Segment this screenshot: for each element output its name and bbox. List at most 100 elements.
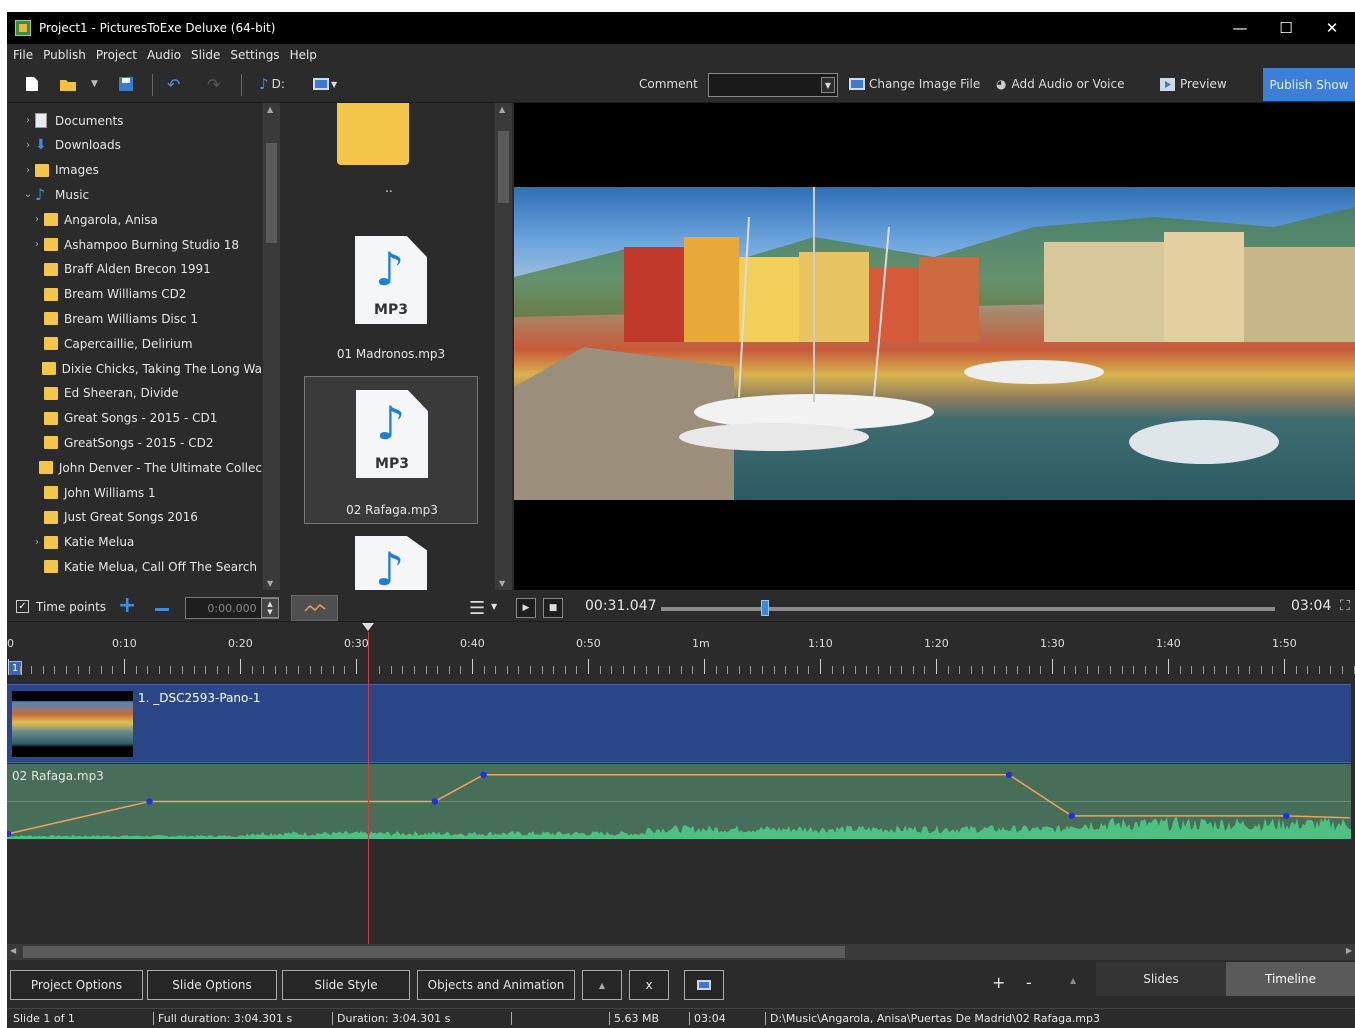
tree-item[interactable]: Just Great Songs 2016 <box>7 505 262 530</box>
image-button[interactable] <box>684 970 724 1000</box>
files-scroll-thumb[interactable] <box>498 131 509 203</box>
timeline-ruler[interactable]: 1 0 0:10 0:20 0:30 0:40 0:50 1m 1:10 1:20 1:30 1:4… <box>7 623 1355 676</box>
remove-timepoint-icon[interactable] <box>155 608 169 611</box>
mp3-file-icon-partial[interactable]: ♪ <box>355 536 427 590</box>
chevron-right-icon[interactable]: › <box>30 537 44 548</box>
new-project-button[interactable] <box>25 74 39 94</box>
tree-item[interactable]: › Images <box>7 158 262 183</box>
slide-style-button[interactable]: Slide Style <box>282 970 410 1000</box>
chevron-down-icon[interactable]: ▼ <box>491 602 497 611</box>
redo-icon[interactable]: ↷ <box>207 74 220 94</box>
fullscreen-icon[interactable]: ⛶ <box>1340 598 1350 614</box>
stop-button[interactable]: ■ <box>543 598 563 618</box>
scroll-up-icon[interactable]: ▲ <box>267 105 273 114</box>
menu-help[interactable]: Help <box>290 48 317 62</box>
chevron-right-icon[interactable]: › <box>21 115 35 126</box>
chevron-right-icon[interactable]: › <box>30 239 44 250</box>
volume-point[interactable] <box>480 771 487 778</box>
volume-point[interactable] <box>7 830 12 838</box>
tree-item[interactable]: Bream Williams Disc 1 <box>7 306 262 331</box>
parent-folder-icon[interactable] <box>337 103 409 165</box>
open-project-button[interactable] <box>59 74 77 94</box>
project-options-button[interactable]: Project Options <box>10 970 143 1000</box>
timeline-hscrollbar[interactable]: ◀ ▶ <box>7 944 1355 960</box>
playback-slider-thumb[interactable] <box>760 600 769 616</box>
timeline-scroll-thumb[interactable] <box>23 946 845 958</box>
move-up-button[interactable]: ▲ <box>582 970 622 1000</box>
volume-point[interactable] <box>1005 771 1013 778</box>
volume-point[interactable] <box>431 798 439 805</box>
scroll-down-icon[interactable]: ▼ <box>499 579 505 588</box>
volume-point[interactable] <box>1350 815 1351 821</box>
slide-options-button[interactable]: Slide Options <box>147 970 277 1000</box>
maximize-button[interactable]: ☐ <box>1263 12 1309 44</box>
menu-audio[interactable]: Audio <box>147 48 181 62</box>
tree-item[interactable]: Great Songs - 2015 - CD1 <box>7 406 262 431</box>
playhead[interactable] <box>368 632 370 944</box>
drive-button[interactable]: ♪ D: <box>259 74 285 94</box>
save-button[interactable] <box>119 74 133 94</box>
tree-item[interactable]: › Ashampoo Burning Studio 18 <box>7 232 262 257</box>
audio-track[interactable]: 02 Rafaga.mp3 <box>7 764 1351 839</box>
undo-icon[interactable]: ↶ <box>167 74 180 94</box>
playback-slider[interactable] <box>661 607 1275 611</box>
tree-item[interactable]: Dixie Chicks, Taking The Long Wa <box>7 356 262 381</box>
tree-item[interactable]: › Katie Melua <box>7 530 262 555</box>
open-dropdown-icon[interactable]: ▼ <box>91 74 98 94</box>
tree-item[interactable]: › ⬇ Downloads <box>7 133 262 158</box>
scroll-up-icon[interactable]: ▲ <box>499 105 505 114</box>
tab-timeline[interactable]: Timeline <box>1226 962 1355 996</box>
chevron-right-icon[interactable]: › <box>30 214 44 225</box>
chevron-right-icon[interactable]: › <box>21 140 35 151</box>
timepoints-checkbox[interactable]: ✓ <box>16 600 29 613</box>
file-item[interactable]: ♪ MP3 01 Madronos.mp3 <box>304 223 478 363</box>
collapse-up-icon[interactable]: ▲ <box>1070 976 1076 985</box>
scroll-left-icon[interactable]: ◀ <box>10 946 16 955</box>
tree-item[interactable]: Bream Williams CD2 <box>7 282 262 307</box>
tree-item[interactable]: › Documents <box>7 108 262 133</box>
tree-item[interactable]: Capercaillie, Delirium <box>7 331 262 356</box>
volume-point[interactable] <box>146 798 153 805</box>
chevron-down-icon[interactable]: ⌄ <box>21 189 35 200</box>
tree-item[interactable]: ⌄ ♪ Music <box>7 182 262 207</box>
file-item-selected[interactable]: ♪ MP3 02 Rafaga.mp3 <box>304 376 478 524</box>
tree-item[interactable]: John Williams 1 <box>7 480 262 505</box>
zoom-in-button[interactable]: + <box>992 973 1005 992</box>
image-track[interactable]: 1. _DSC2593-Pano-1 <box>7 684 1351 763</box>
tree-item[interactable]: Braff Alden Brecon 1991 <box>7 257 262 282</box>
comment-combobox[interactable]: ▼ <box>708 73 838 97</box>
tree-item[interactable]: GreatSongs - 2015 - CD2 <box>7 430 262 455</box>
delete-button[interactable]: x <box>629 970 669 1000</box>
close-button[interactable]: ✕ <box>1309 12 1355 44</box>
files-scrollbar[interactable]: ▲ ▼ <box>495 103 512 590</box>
menu-file[interactable]: File <box>13 48 33 62</box>
list-menu-icon[interactable]: ☰ <box>469 598 485 619</box>
chevron-right-icon[interactable]: › <box>21 165 35 176</box>
combo-arrow-icon[interactable]: ▼ <box>821 77 835 93</box>
tree-item[interactable]: Ed Sheeran, Divide <box>7 381 262 406</box>
volume-point[interactable] <box>1283 812 1290 820</box>
change-image-button[interactable]: Change Image File <box>849 74 980 94</box>
scroll-down-icon[interactable]: ▼ <box>267 579 273 588</box>
volume-point[interactable] <box>1068 812 1075 820</box>
minimize-button[interactable]: — <box>1217 12 1263 44</box>
menu-settings[interactable]: Settings <box>230 48 279 62</box>
play-button[interactable]: ▶ <box>516 598 536 618</box>
menu-publish[interactable]: Publish <box>43 48 86 62</box>
tree-item[interactable]: John Denver - The Ultimate Collec <box>7 455 262 480</box>
menu-project[interactable]: Project <box>96 48 137 62</box>
audio-envelope[interactable] <box>7 764 1351 839</box>
scroll-right-icon[interactable]: ▶ <box>1346 946 1352 955</box>
time-spinner[interactable]: ▲ ▼ <box>261 598 279 618</box>
tree-scroll-thumb[interactable] <box>266 143 277 243</box>
objects-animation-button[interactable]: Objects and Animation <box>417 970 575 1000</box>
tree-scrollbar[interactable]: ▲ ▼ <box>263 103 280 590</box>
preview-button[interactable]: Preview <box>1160 74 1227 94</box>
envelope-mode-button[interactable] <box>291 595 338 621</box>
add-timepoint-icon[interactable]: + <box>118 593 136 618</box>
tab-slides[interactable]: Slides <box>1096 962 1226 996</box>
zoom-out-button[interactable]: - <box>1026 973 1032 992</box>
publish-show-button[interactable]: Publish Show <box>1263 68 1355 101</box>
tree-item[interactable]: Katie Melua, Call Off The Search <box>7 554 262 579</box>
tree-item[interactable]: › Angarola, Anisa <box>7 207 262 232</box>
